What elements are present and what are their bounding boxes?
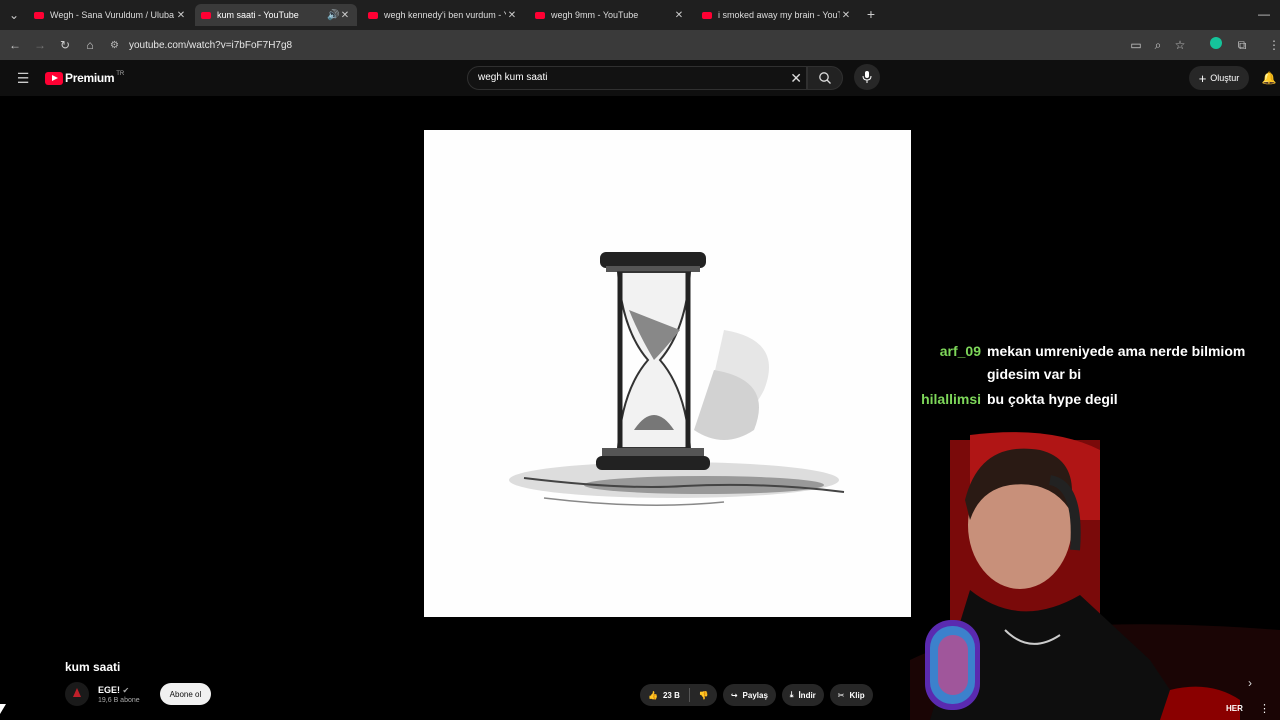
webcam-feed [910,432,1280,720]
search-icon [819,72,831,84]
hourglass-artwork [509,252,845,506]
streamer-webcam [910,430,1280,720]
close-icon[interactable]: ✕ [339,10,351,21]
new-tab-icon[interactable]: + [863,6,879,22]
browser-tab-bar: ⌄ Wegh - Sana Vuruldum / Uluba ✕ kum saa… [0,0,1280,30]
video-actions: 👍 23 B 👎 ↪ Paylaş ⤓ İndir ✂ Klip [640,684,873,706]
channel-name[interactable]: EGE! ✔ [98,685,140,695]
speaker-icon[interactable]: 🔊 [327,10,339,21]
trailing-label: HER [1226,704,1243,713]
youtube-logo[interactable]: Premium TR [45,71,124,85]
divider [688,688,690,702]
verified-icon: ✔ [122,685,130,695]
video-title: kum saati [65,660,121,674]
share-icon: ↪ [730,690,738,700]
download-button[interactable]: ⤓ İndir [781,684,824,706]
mouse-cursor-icon [0,704,6,714]
extension-grammarly-icon[interactable] [1208,37,1224,53]
bookmark-star-icon[interactable]: ☆ [1172,37,1188,53]
channel-row: EGE! ✔ 19,6 B abone Abone ol [65,682,212,706]
voice-search-button[interactable] [854,64,880,90]
thumbs-up-icon: 👍 [648,690,658,700]
search-button[interactable] [807,66,843,90]
search-value: wegh kum saati [478,72,548,83]
back-icon[interactable]: ← [7,37,23,53]
chip-scroll-right-icon[interactable]: › [1248,676,1252,690]
browser-tab-active[interactable]: kum saati - YouTube 🔊 ✕ [195,4,357,26]
close-icon[interactable]: ✕ [175,10,187,21]
youtube-favicon-icon [201,11,211,19]
tab-title: wegh kennedy'i ben vurdum - Y [384,10,506,20]
more-actions-icon[interactable]: ⋮ [1259,702,1270,715]
menu-icon[interactable]: ⋮ [1266,37,1280,53]
clip-label: Klip [849,690,865,700]
chat-text: mekan umreniyede ama nerde bilmiom gides… [987,343,1246,382]
close-icon[interactable]: ✕ [840,10,852,21]
url-text: youtube.com/watch?v=i7bFoF7H7g8 [128,39,293,51]
tab-title: wegh 9mm - YouTube [551,10,639,20]
clear-search-icon[interactable]: ✕ [790,70,802,87]
site-info-icon[interactable]: ⚙ [110,40,119,51]
tab-search-icon[interactable]: ⌄ [6,7,22,23]
extensions-puzzle-icon[interactable]: ⧉ [1234,37,1250,53]
download-icon: ⤓ [789,690,794,699]
chat-username: hilallimsi [921,391,981,407]
youtube-favicon-icon [34,11,44,19]
address-bar-row: ← → ↻ ⌂ ⚙ youtube.com/watch?v=i7bFoF7H7g… [0,30,1280,60]
youtube-favicon-icon [368,11,378,19]
tab-title: i smoked away my brain - YouT [718,10,840,20]
youtube-favicon-icon [702,11,712,19]
browser-tab[interactable]: Wegh - Sana Vuruldum / Uluba ✕ [28,4,193,26]
clip-button[interactable]: ✂ Klip [829,684,873,706]
thumbs-down-icon: 👎 [698,690,709,700]
plus-icon: + [1198,70,1207,86]
close-icon[interactable]: ✕ [673,10,685,21]
microphone-icon [862,71,872,83]
youtube-play-icon [45,71,63,85]
chat-text: bu çokta hype degil [987,391,1118,407]
tab-title: kum saati - YouTube [217,10,299,20]
subscribe-button[interactable]: Abone ol [159,683,212,705]
search-input[interactable]: wegh kum saati ✕ [467,66,807,90]
chat-message: arf_09 mekan umreniyede ama nerde bilmio… [911,340,1271,386]
region-code: TR [116,71,125,77]
share-button[interactable]: ↪ Paylaş [722,684,776,706]
youtube-favicon-icon [535,11,545,19]
like-dislike-group: 👍 23 B 👎 [640,684,717,706]
install-icon[interactable]: ▭ [1128,37,1144,53]
close-icon[interactable]: ✕ [506,10,518,21]
browser-tab[interactable]: wegh kennedy'i ben vurdum - Y ✕ [362,4,524,26]
reload-icon[interactable]: ↻ [57,37,73,53]
stream-chat-overlay: arf_09 mekan umreniyede ama nerde bilmio… [911,340,1271,413]
tab-title: Wegh - Sana Vuruldum / Uluba [50,10,175,20]
channel-info: EGE! ✔ 19,6 B abone [98,685,140,704]
notifications-bell-icon[interactable]: 🔔 [1261,70,1277,86]
home-icon[interactable]: ⌂ [82,37,98,53]
dislike-button[interactable]: 👎 [699,691,709,700]
browser-tab[interactable]: wegh 9mm - YouTube ✕ [529,4,691,26]
like-button[interactable]: 👍 23 B [648,691,680,700]
chat-message: hilallimsi bu çokta hype degil [911,388,1271,411]
create-button[interactable]: + Oluştur [1189,66,1249,90]
youtube-header: ☰ Premium TR wegh kum saati ✕ + Oluştur … [0,60,1280,96]
hamburger-menu-icon[interactable]: ☰ [15,70,31,86]
like-count: 23 B [662,690,680,700]
create-label: Oluştur [1210,73,1240,83]
forward-icon[interactable]: → [32,37,48,53]
url-field[interactable]: ⚙ youtube.com/watch?v=i7bFoF7H7g8 [110,34,1150,56]
video-player[interactable] [424,130,911,617]
chat-username: arf_09 [939,343,981,359]
logo-text: Premium [65,71,115,85]
subscriber-count: 19,6 B abone [98,696,140,704]
download-label: İndir [798,690,816,700]
channel-avatar[interactable] [65,682,89,706]
browser-tab[interactable]: i smoked away my brain - YouT ✕ [696,4,858,26]
share-label: Paylaş [742,690,768,700]
minimize-icon[interactable]: — [1256,6,1272,22]
scissors-icon: ✂ [837,690,845,700]
zoom-icon[interactable]: ⌕ [1150,37,1166,53]
